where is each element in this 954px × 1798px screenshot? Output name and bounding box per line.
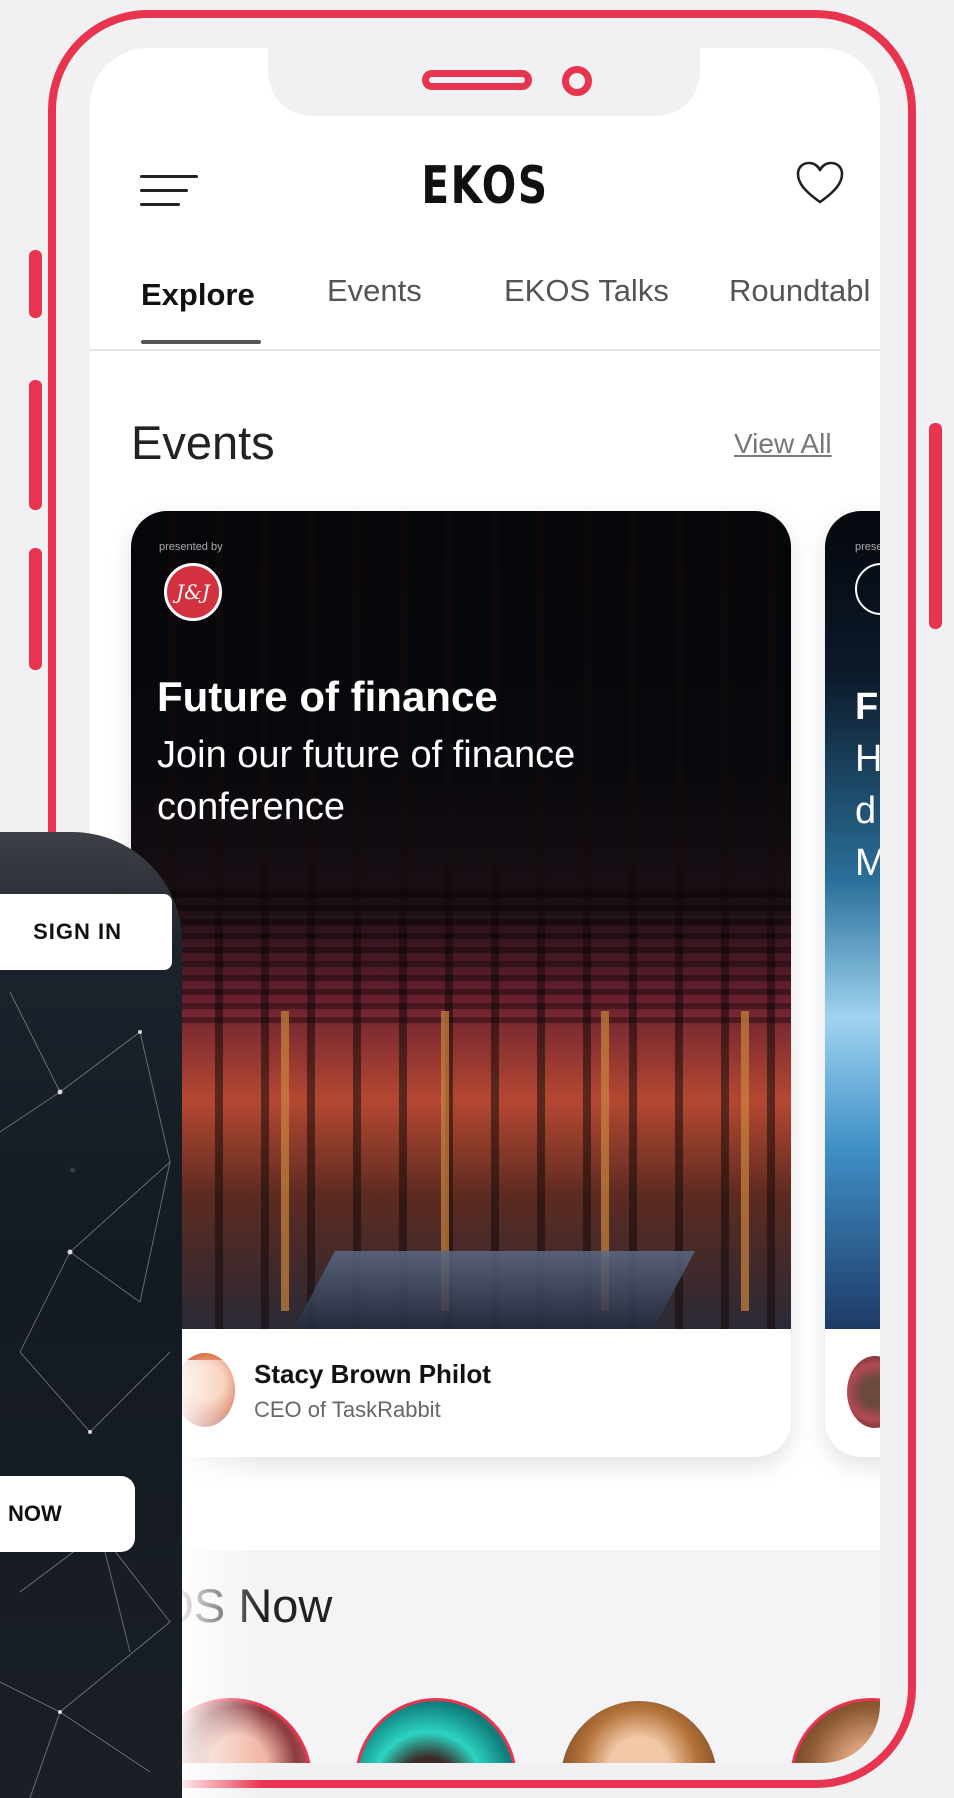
presented-by-label: presented by [159, 541, 223, 553]
event-description-line: d [855, 790, 877, 832]
device-notch [268, 48, 700, 116]
side-button-mute [29, 250, 42, 318]
event-card-next[interactable]: prese F H d M [825, 511, 880, 1457]
tab-ekos-talks[interactable]: EKOS Talks [504, 273, 669, 309]
speaker-grille [422, 70, 532, 90]
presented-by-label: prese [855, 541, 880, 553]
event-title: F [855, 686, 879, 728]
now-story-avatar[interactable] [355, 1698, 517, 1763]
speaker-role: CEO of TaskRabbit [254, 1397, 441, 1422]
side-button-volume-up [29, 380, 42, 510]
event-cover-image [825, 511, 880, 1329]
side-button-volume-down [29, 548, 42, 670]
event-cover-image [131, 511, 791, 1341]
sponsor-logo: J&J [164, 563, 222, 621]
tab-bar: Explore Events EKOS Talks Roundtabl [90, 273, 880, 351]
sign-in-button[interactable]: SIGN IN [0, 894, 172, 970]
panel-shadow [182, 1360, 262, 1798]
now-story-avatar[interactable] [558, 1698, 720, 1763]
speaker-avatar [847, 1356, 880, 1428]
view-all-link[interactable]: View All [734, 428, 832, 460]
event-title: Future of finance [157, 673, 498, 720]
app-title: EKOS [421, 156, 549, 216]
event-text-fragment: F H d M [855, 681, 880, 889]
side-button-power [929, 423, 942, 629]
event-description: Join our future of finance conference [157, 734, 576, 828]
now-button[interactable]: NOW [0, 1476, 135, 1552]
event-description-line: M [855, 842, 880, 884]
tab-explore[interactable]: Explore [141, 277, 255, 313]
tab-active-indicator [141, 340, 261, 344]
tab-roundtables[interactable]: Roundtabl [729, 273, 870, 309]
constellation-background [0, 991, 171, 1798]
front-camera [562, 66, 592, 96]
event-card[interactable]: presented by J&J Future of finance Join … [131, 511, 791, 1457]
tab-events[interactable]: Events [327, 273, 422, 309]
now-story-avatar[interactable] [790, 1698, 880, 1763]
signin-screen-preview: SIGN IN NOW [0, 832, 182, 1798]
events-section-title: Events [131, 416, 275, 469]
heart-icon[interactable] [795, 160, 845, 206]
speaker-name: Stacy Brown Philot [254, 1359, 491, 1389]
event-description-line: H [855, 738, 880, 780]
